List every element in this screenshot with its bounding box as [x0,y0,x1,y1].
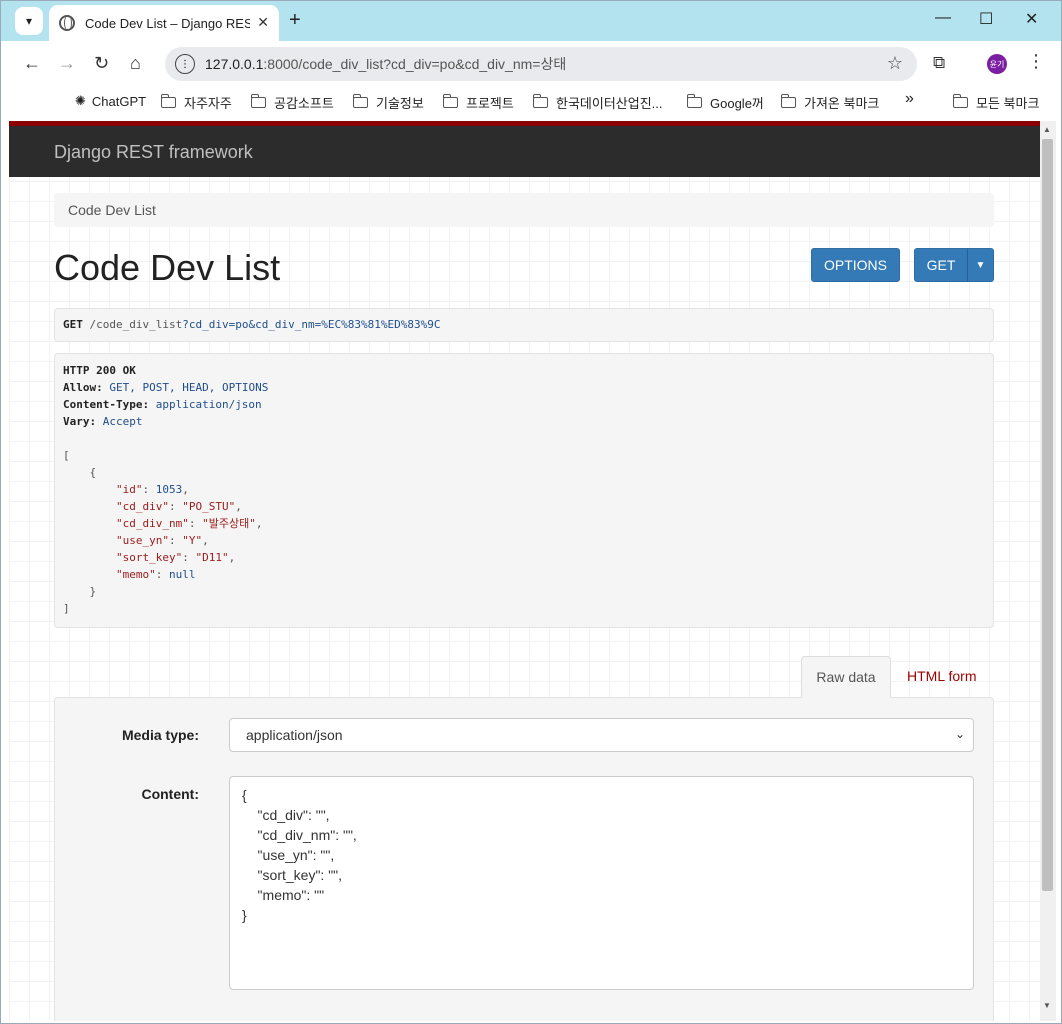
breadcrumb-item[interactable]: Code Dev List [68,202,156,218]
page-viewport: Django REST framework Code Dev List Code… [9,121,1040,1021]
request-info: GET /code_div_list?cd_div=po&cd_div_nm=%… [54,308,994,342]
options-button[interactable]: OPTIONS [811,248,900,282]
bookmark-folder[interactable]: 공감소프트 [250,93,334,112]
browser-window: ▾ Code Dev List – Django REST framework … [0,0,1062,1024]
folder-icon [780,94,796,108]
address-bar[interactable]: ⋮ 127.0.0.1:8000/code_div_list?cd_div=po… [165,47,917,81]
close-window-icon[interactable]: ✕ [1025,9,1038,29]
back-icon[interactable]: ← [23,53,41,74]
globe-icon [59,15,75,31]
scroll-up-icon[interactable]: ▲ [1043,125,1051,134]
extensions-icon[interactable]: ⧉ [933,53,945,73]
page-scrollbar[interactable]: ▲ ▼ [1040,121,1056,1021]
caret-down-icon: ▼ [975,259,986,271]
new-tab-button[interactable]: + [289,9,301,32]
drf-brand-link[interactable]: Django REST framework [54,142,253,163]
raw-data-form: Media type: application/json ⌄ Content: … [54,697,994,1021]
close-tab-icon[interactable]: ✕ [257,14,269,31]
bookmark-star-icon[interactable]: ☆ [887,53,903,74]
minimize-icon[interactable]: — [935,9,951,27]
bookmark-folder[interactable]: Google꺼 [686,93,764,112]
folder-icon [250,94,266,108]
scroll-down-icon[interactable]: ▼ [1043,1001,1051,1010]
chatgpt-icon: ✺ [75,93,86,108]
bookmark-folder[interactable]: 한국데이터산업진... [532,93,663,112]
breadcrumb: Code Dev List [54,193,994,227]
menu-icon[interactable]: ⋮ [1027,51,1045,72]
media-type-select[interactable]: application/json ⌄ [229,718,974,752]
tab-html-form[interactable]: HTML form [907,668,976,684]
get-format-dropdown[interactable]: ▼ [967,248,994,282]
toolbar: ← → ↻ ⌂ ⋮ 127.0.0.1:8000/code_div_list?c… [1,41,1061,87]
bookmark-folder[interactable]: 기술정보 [352,93,424,112]
site-info-icon[interactable]: ⋮ [175,54,195,74]
folder-icon [352,94,368,108]
folder-icon [532,94,548,108]
media-type-label: Media type: [121,727,199,743]
chevron-down-icon: ▾ [25,14,33,28]
url-text: 127.0.0.1:8000/code_div_list?cd_div=po&c… [205,56,567,72]
all-bookmarks-folder[interactable]: 모든 북마크 [952,93,1039,112]
home-icon[interactable]: ⌂ [130,53,141,74]
profile-avatar[interactable]: 윤기 [987,54,1007,74]
forward-icon[interactable]: → [58,53,76,74]
bookmark-folder[interactable]: 가져온 북마크 [780,93,879,112]
folder-icon [160,94,176,108]
tab-raw-data[interactable]: Raw data [801,656,891,698]
folder-icon [952,94,968,108]
bookmark-folder[interactable]: 자주자주 [160,93,232,112]
page-title: Code Dev List [54,247,281,288]
maximize-icon[interactable]: ☐ [979,9,993,29]
chevron-down-icon: ⌄ [954,727,965,741]
more-bookmarks-icon[interactable]: » [905,90,914,108]
reload-icon[interactable]: ↻ [94,53,109,74]
drf-navbar: Django REST framework [9,126,1040,177]
tab-title: Code Dev List – Django REST framework [85,15,250,31]
get-button[interactable]: GET [914,248,968,282]
browser-tab[interactable]: Code Dev List – Django REST framework ✕ [49,5,279,41]
content-textarea[interactable]: { "cd_div": "", "cd_div_nm": "", "use_yn… [229,776,974,990]
folder-icon [686,94,702,108]
scrollbar-thumb[interactable] [1042,139,1053,891]
folder-icon [442,94,458,108]
tab-search-button[interactable]: ▾ [15,7,43,35]
response-info: HTTP 200 OK Allow: GET, POST, HEAD, OPTI… [54,353,994,628]
bookmarks-bar: ✺ ChatGPT 자주자주 공감소프트 기술정보 프로젝트 한국데이터산업진..… [1,87,1061,119]
bookmark-folder[interactable]: 프로젝트 [442,93,514,112]
content-label: Content: [141,786,199,802]
tab-strip: ▾ Code Dev List – Django REST framework … [1,1,1061,41]
bookmark-chatgpt[interactable]: ✺ ChatGPT [75,93,146,109]
